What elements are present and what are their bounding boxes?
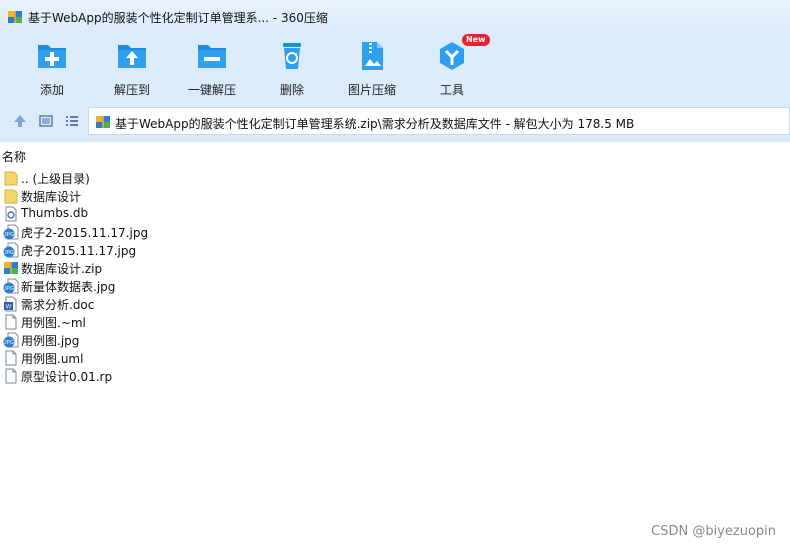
image-compress-button-label: 图片压缩 xyxy=(347,83,396,97)
file-list: .. (上级目录) 数据库设计 Thumbs.db JPG 虎子2-2015.1… xyxy=(0,169,400,385)
one-click-extract-icon xyxy=(198,45,226,68)
file-name: 数据库设计 xyxy=(21,190,82,204)
svg-text:JPG: JPG xyxy=(4,286,14,292)
address-path: 基于WebApp的服装个性化定制订单管理系统.zip\需求分析及数据库文件 - … xyxy=(115,117,635,131)
file-name: 虎子2015.11.17.jpg xyxy=(21,244,137,258)
svg-text:W: W xyxy=(6,305,12,311)
file-name: 数据库设计.zip xyxy=(21,262,103,276)
list-item[interactable]: JPG 用例图.jpg xyxy=(0,331,400,349)
jpg-file-icon: JPG xyxy=(3,224,19,240)
column-name-header[interactable]: 名称 xyxy=(2,148,26,165)
add-button-label: 添加 xyxy=(39,83,64,97)
tools-button-label: 工具 xyxy=(439,83,464,97)
file-name: 新量体数据表.jpg xyxy=(21,280,116,294)
address-bar[interactable]: 基于WebApp的服装个性化定制订单管理系统.zip\需求分析及数据库文件 - … xyxy=(88,107,790,135)
zip-file-icon xyxy=(4,262,18,274)
add-file-icon xyxy=(38,45,66,68)
zip-archive-icon xyxy=(96,116,110,128)
list-item[interactable]: JPG 虎子2015.11.17.jpg xyxy=(0,241,400,259)
window-title: 基于WebApp的服装个性化定制订单管理系... - 360压缩 xyxy=(28,11,328,25)
image-compress-icon xyxy=(362,42,383,70)
one-click-extract-button[interactable]: 一键解压 xyxy=(172,38,252,98)
title-bar: 基于WebApp的服装个性化定制订单管理系... - 360压缩 xyxy=(0,0,790,34)
parent-folder-icon xyxy=(4,171,18,186)
list-item[interactable]: Thumbs.db xyxy=(0,205,400,223)
svg-text:JPG: JPG xyxy=(4,232,14,238)
file-name: 需求分析.doc xyxy=(21,298,95,312)
extract-to-button[interactable]: 解压到 xyxy=(92,38,172,98)
thumbnail-view-icon[interactable] xyxy=(38,113,54,129)
file-name: 虎子2-2015.11.17.jpg xyxy=(21,226,149,240)
list-item[interactable]: JPG 虎子2-2015.11.17.jpg xyxy=(0,223,400,241)
up-arrow-icon[interactable] xyxy=(12,113,28,129)
column-header: 名称 xyxy=(0,147,790,165)
list-item[interactable]: 用例图.~ml xyxy=(0,313,400,331)
archive-app-icon xyxy=(8,11,22,23)
blank-file-icon xyxy=(5,368,17,384)
list-item[interactable]: JPG 新量体数据表.jpg xyxy=(0,277,400,295)
list-item[interactable]: W 需求分析.doc xyxy=(0,295,400,313)
blank-file-icon xyxy=(5,314,17,330)
watermark: CSDN @biyezuopin xyxy=(651,524,776,539)
db-file-icon xyxy=(5,206,17,222)
list-item[interactable]: .. (上级目录) xyxy=(0,169,400,187)
one-click-extract-button-label: 一键解压 xyxy=(187,83,236,97)
add-button[interactable]: 添加 xyxy=(12,38,92,98)
svg-text:JPG: JPG xyxy=(4,250,14,256)
delete-icon xyxy=(283,43,301,69)
file-name: .. (上级目录) xyxy=(21,172,90,186)
list-item[interactable]: 数据库设计 xyxy=(0,187,400,205)
jpg-file-icon: JPG xyxy=(3,242,19,258)
folder-icon xyxy=(4,189,18,204)
list-item[interactable]: 原型设计0.01.rp xyxy=(0,367,400,385)
extract-to-icon xyxy=(118,45,146,68)
list-item[interactable]: 用例图.uml xyxy=(0,349,400,367)
doc-file-icon: W xyxy=(4,296,17,312)
file-name: 用例图.~ml xyxy=(21,316,86,330)
delete-button-label: 删除 xyxy=(279,83,304,97)
new-badge: New xyxy=(462,34,490,46)
svg-text:JPG: JPG xyxy=(4,340,14,346)
file-name: 用例图.jpg xyxy=(21,334,80,348)
list-view-icon[interactable] xyxy=(64,113,80,129)
address-row: 基于WebApp的服装个性化定制订单管理系统.zip\需求分析及数据库文件 - … xyxy=(0,100,790,142)
jpg-file-icon: JPG xyxy=(3,278,19,294)
delete-button[interactable]: 删除 xyxy=(252,38,332,98)
blank-file-icon xyxy=(5,350,17,366)
list-item[interactable]: 数据库设计.zip xyxy=(0,259,400,277)
file-name: 原型设计0.01.rp xyxy=(21,370,113,384)
file-name: 用例图.uml xyxy=(21,352,84,366)
extract-to-button-label: 解压到 xyxy=(113,83,150,97)
main-toolbar: 添加 解压到 一键解压 删除 图片压缩 New 工具 xyxy=(0,34,790,100)
jpg-file-icon: JPG xyxy=(3,332,19,348)
file-name: Thumbs.db xyxy=(21,206,89,220)
tools-button[interactable]: New 工具 xyxy=(412,34,492,98)
image-compress-button[interactable]: 图片压缩 xyxy=(332,38,412,98)
